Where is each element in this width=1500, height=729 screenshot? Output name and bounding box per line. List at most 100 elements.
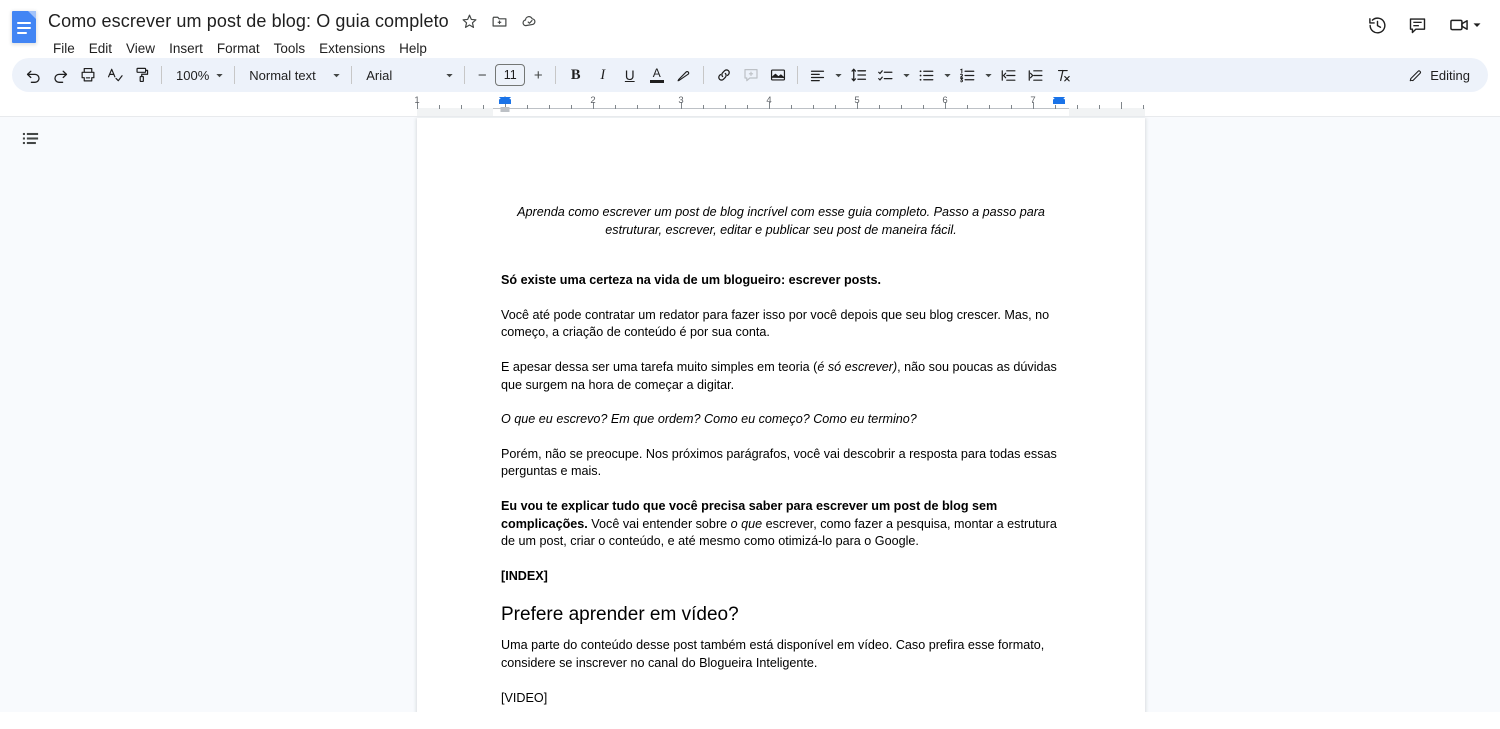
align-left-icon[interactable] — [804, 62, 831, 89]
menu-item-tools[interactable]: Tools — [267, 38, 313, 59]
document-title[interactable]: Como escrever um post de blog: O guia co… — [44, 9, 453, 34]
menu-item-extensions[interactable]: Extensions — [312, 38, 392, 59]
insert-image-icon[interactable] — [764, 62, 791, 89]
document-canvas: Aprenda como escrever um post de blog in… — [0, 116, 1500, 712]
menu-item-format[interactable]: Format — [210, 38, 267, 59]
version-history-icon[interactable] — [1360, 8, 1394, 42]
ruler-tick-minor — [659, 105, 660, 109]
toolbar: 100% Normal text Arial − 11 + B I U A Ed… — [12, 58, 1488, 92]
left-indent-foot[interactable] — [500, 107, 510, 112]
toolbar-divider — [234, 66, 236, 84]
checklist-control — [872, 62, 913, 89]
checklist-dropdown[interactable] — [899, 62, 913, 89]
ruler-tick-minor — [549, 105, 550, 109]
document-page[interactable]: Aprenda como escrever um post de blog in… — [417, 118, 1145, 712]
bulleted-list-dropdown[interactable] — [940, 62, 954, 89]
comment-icon[interactable] — [1400, 8, 1434, 42]
bold-button[interactable]: B — [562, 62, 589, 89]
menu-item-edit[interactable]: Edit — [82, 38, 119, 59]
editing-mode-button[interactable]: Editing — [1398, 61, 1480, 89]
chevron-down-icon — [985, 73, 992, 77]
star-icon[interactable] — [457, 8, 483, 34]
meet-button[interactable] — [1440, 8, 1488, 42]
doc-video-placeholder: [VIDEO] — [501, 690, 548, 705]
line-spacing-icon[interactable] — [845, 62, 872, 89]
redo-icon[interactable] — [47, 62, 74, 89]
clear-formatting-icon[interactable] — [1049, 62, 1076, 89]
text-color-swatch — [649, 80, 664, 83]
doc-paragraph-8: Uma parte do conteúdo desse post também … — [501, 638, 1045, 670]
chevron-down-icon — [216, 73, 223, 77]
doc-index-placeholder: [INDEX] — [501, 568, 548, 583]
ruler-number: 3 — [678, 96, 684, 106]
toolbar-divider — [703, 66, 705, 84]
ruler-tick-major — [1121, 102, 1122, 109]
chevron-down-icon — [835, 73, 842, 77]
doc-paragraph-5: Porém, não se preocupe. Nos próximos par… — [501, 446, 1057, 479]
move-to-folder-icon[interactable] — [487, 8, 513, 34]
ruler: 11234567 — [0, 96, 1500, 116]
menu-item-file[interactable]: File — [46, 38, 82, 59]
ruler-tick-minor — [923, 105, 924, 109]
ruler-tick-minor — [835, 105, 836, 109]
numbered-list-dropdown[interactable] — [981, 62, 995, 89]
paragraph-style-select[interactable]: Normal text — [241, 62, 345, 89]
toolbar-divider — [797, 66, 799, 84]
document-body[interactable]: Aprenda como escrever um post de blog in… — [417, 118, 1145, 707]
increase-indent-icon[interactable] — [1022, 62, 1049, 89]
ruler-content-line — [493, 108, 1069, 109]
highlight-pen-icon[interactable] — [670, 62, 697, 89]
undo-icon[interactable] — [20, 62, 47, 89]
font-size-stepper: − 11 + — [471, 64, 549, 86]
ruler-track: 11234567 — [414, 96, 1145, 116]
doc-heading-2: Prefere aprender em vídeo? — [501, 604, 739, 626]
decrease-indent-icon[interactable] — [995, 62, 1022, 89]
ruler-tick-minor — [571, 105, 572, 109]
ruler-tick-minor — [527, 105, 528, 109]
toolbar-divider — [351, 66, 353, 84]
toolbar-divider — [555, 66, 557, 84]
bulleted-list-icon[interactable] — [913, 62, 940, 89]
checklist-icon[interactable] — [872, 62, 899, 89]
ruler-tick-minor — [1143, 105, 1144, 109]
numbered-list-icon[interactable] — [954, 62, 981, 89]
font-family-value: Arial — [366, 67, 393, 83]
paint-format-icon[interactable] — [128, 62, 155, 89]
add-comment-icon[interactable] — [737, 62, 764, 89]
video-camera-icon — [1450, 19, 1468, 31]
doc-p6-a: Você vai entender sobre — [587, 516, 731, 531]
right-indent-marker[interactable] — [1053, 97, 1065, 104]
chevron-down-icon — [446, 73, 453, 77]
text-color-button[interactable]: A — [643, 62, 670, 89]
left-indent-marker[interactable] — [499, 97, 511, 104]
paragraph-style-value: Normal text — [249, 67, 316, 83]
menu-item-insert[interactable]: Insert — [162, 38, 210, 59]
ruler-tick-minor — [967, 105, 968, 109]
print-icon[interactable] — [74, 62, 101, 89]
title-and-menu: Como escrever um post de blog: O guia co… — [44, 7, 543, 60]
font-family-select[interactable]: Arial — [358, 62, 458, 89]
ruler-tick-minor — [725, 105, 726, 109]
document-outline-icon[interactable] — [14, 122, 46, 154]
editing-mode-label: Editing — [1430, 67, 1470, 83]
decrease-font-size-button[interactable]: − — [471, 64, 493, 86]
spellcheck-icon[interactable] — [101, 62, 128, 89]
vertical-scrollbar[interactable] — [1490, 117, 1500, 712]
menu-item-help[interactable]: Help — [392, 38, 434, 59]
cloud-saved-icon[interactable] — [517, 8, 543, 34]
ruler-tick-minor — [1011, 105, 1012, 109]
insert-link-icon[interactable] — [710, 62, 737, 89]
google-docs-icon[interactable] — [12, 11, 36, 43]
menu-item-view[interactable]: View — [119, 38, 162, 59]
outline-rail — [0, 117, 58, 712]
font-size-input[interactable]: 11 — [495, 64, 526, 86]
zoom-select[interactable]: 100% — [168, 62, 228, 89]
italic-button[interactable]: I — [589, 62, 616, 89]
align-dropdown[interactable] — [831, 62, 845, 89]
ruler-tick-minor — [1055, 105, 1056, 109]
menu-bar: File Edit View Insert Format Tools Exten… — [44, 36, 543, 60]
bold-label: B — [570, 66, 581, 83]
increase-font-size-button[interactable]: + — [527, 64, 549, 86]
doc-paragraph-lead: Aprenda como escrever um post de blog in… — [517, 205, 1045, 237]
underline-button[interactable]: U — [616, 62, 643, 89]
